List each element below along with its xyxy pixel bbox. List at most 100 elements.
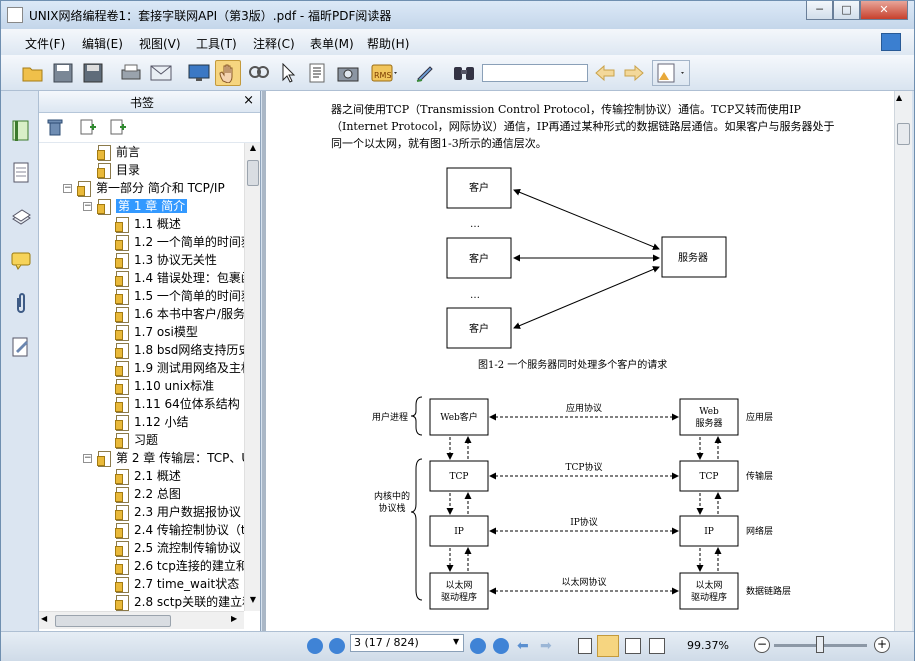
hand-tool-icon[interactable]	[215, 60, 241, 86]
add-bookmark-icon[interactable]	[79, 118, 97, 139]
open-folder-icon[interactable]	[20, 60, 46, 86]
first-page-icon[interactable]	[307, 638, 323, 654]
bookmark-item[interactable]: 2.7 time_wait状态	[115, 575, 239, 593]
bookmark-item[interactable]: 习题	[115, 431, 158, 449]
delete-bookmark-icon[interactable]	[47, 118, 63, 139]
bookmarks-panel-icon[interactable]	[10, 119, 32, 143]
scroll-left-icon[interactable]: ◀	[41, 614, 47, 623]
doc-scroll-thumb[interactable]	[897, 123, 910, 145]
bookmark-label: 1.1 概述	[134, 217, 181, 231]
menu-help[interactable]: 帮助(H)	[367, 35, 409, 52]
bookmark-item[interactable]: 第 2 章 传输层：TCP、UD	[97, 449, 244, 467]
scroll-up-icon[interactable]: ▲	[246, 143, 260, 159]
zoom-slider-thumb[interactable]	[816, 636, 824, 653]
prev-result-icon[interactable]	[592, 60, 618, 86]
bookmark-item[interactable]: 1.12 小结	[115, 413, 189, 431]
bookmark-item[interactable]: 1.10 unix标准	[115, 377, 214, 395]
hscroll-thumb[interactable]	[55, 615, 171, 627]
prev-page-icon[interactable]	[329, 638, 345, 654]
save-as-icon[interactable]	[80, 60, 106, 86]
save-icon[interactable]	[50, 60, 76, 86]
bookmark-item[interactable]: 2.3 用户数据报协议（u	[115, 503, 244, 521]
bookmark-item[interactable]: 1.2 一个简单的时间获取	[115, 233, 244, 251]
fullscreen-icon[interactable]	[186, 60, 212, 86]
forward-icon[interactable]: ➡	[540, 638, 552, 654]
expand-toggle[interactable]: −	[63, 184, 72, 193]
page-dropdown-icon[interactable]: ▼	[453, 637, 459, 646]
page-number-box[interactable]: 3 (17 / 824)	[350, 634, 464, 652]
document-scrollbar[interactable]: ▲	[894, 91, 912, 631]
menu-comment[interactable]: 注释(C)	[253, 35, 295, 52]
bookmark-item[interactable]: 前言	[97, 143, 140, 161]
next-result-icon[interactable]	[621, 60, 647, 86]
signatures-panel-icon[interactable]	[10, 335, 32, 359]
zoom-icon[interactable]	[245, 60, 271, 86]
close-button[interactable]: ✕	[860, 1, 908, 20]
comment-icon[interactable]	[652, 60, 690, 86]
facing-page-icon[interactable]	[625, 638, 641, 654]
bookmark-label: 目录	[116, 163, 141, 177]
menu-file[interactable]: 文件(F)	[25, 35, 65, 52]
doc-scroll-up-icon[interactable]: ▲	[896, 93, 902, 102]
scroll-down-icon[interactable]: ▼	[246, 595, 260, 611]
last-page-icon[interactable]	[493, 638, 509, 654]
bookmark-item[interactable]: 1.9 测试用网络及主机	[115, 359, 244, 377]
search-input[interactable]	[482, 64, 588, 82]
scroll-right-icon[interactable]: ▶	[231, 614, 237, 623]
single-page-icon[interactable]	[578, 638, 592, 654]
continuous-page-icon[interactable]	[597, 635, 619, 657]
rms-icon[interactable]: RMS	[367, 60, 401, 86]
comments-panel-icon[interactable]	[10, 249, 32, 273]
maximize-button[interactable]: □	[833, 1, 860, 20]
bookmark-item[interactable]: 目录	[97, 161, 140, 179]
menu-view[interactable]: 视图(V)	[139, 35, 181, 52]
next-page-icon[interactable]	[470, 638, 486, 654]
snapshot-icon[interactable]	[335, 60, 361, 86]
close-panel-button[interactable]: ×	[243, 93, 254, 108]
bookmark-item[interactable]: 2.4 传输控制协议（tcp	[115, 521, 244, 539]
zoom-in-button[interactable]: +	[874, 637, 890, 653]
bookmark-page-icon	[77, 181, 91, 197]
expand-toggle[interactable]: −	[83, 454, 92, 463]
bookmark-item[interactable]: 1.1 概述	[115, 215, 181, 233]
menu-tools[interactable]: 工具(T)	[196, 35, 237, 52]
bookmark-item[interactable]: 1.3 协议无关性	[115, 251, 217, 269]
bookmark-item[interactable]: 2.5 流控制传输协议（s	[115, 539, 244, 557]
bookmarks-scrollbar[interactable]: ▲ ▼	[244, 143, 260, 611]
find-icon[interactable]	[451, 60, 477, 86]
expand-toggle[interactable]: −	[83, 202, 92, 211]
bookmark-item[interactable]: 1.6 本书中客户/服务器示	[115, 305, 244, 323]
bookmark-item[interactable]: 2.8 sctp关联的建立和终	[115, 593, 244, 611]
add-child-bookmark-icon[interactable]	[109, 118, 127, 139]
menu-edit[interactable]: 编辑(E)	[82, 35, 123, 52]
fig13-layer-label: 数据链路层	[746, 585, 791, 597]
menu-form[interactable]: 表单(M)	[310, 35, 354, 52]
bookmark-item[interactable]: 1.8 bsd网络支持历史	[115, 341, 244, 359]
bookmark-item[interactable]: 第 1 章 简介	[97, 197, 188, 215]
bookmark-item[interactable]: 1.11 64位体系结构	[115, 395, 240, 413]
bookmark-item[interactable]: 2.6 tcp连接的建立和终	[115, 557, 244, 575]
fig13-left-label: 以太网	[445, 579, 472, 591]
bookmarks-hscrollbar[interactable]: ◀ ▶	[39, 611, 244, 629]
restore-panel-icon[interactable]	[881, 33, 901, 51]
select-arrow-icon[interactable]	[275, 60, 301, 86]
bookmark-item[interactable]: 1.7 osi模型	[115, 323, 198, 341]
bookmark-page-icon	[97, 163, 111, 179]
bookmark-item[interactable]: 2.1 概述	[115, 467, 181, 485]
zoom-out-button[interactable]: −	[754, 637, 770, 653]
bookmark-item[interactable]: 1.4 错误处理：包裹函数	[115, 269, 244, 287]
email-icon[interactable]	[148, 60, 174, 86]
bookmark-item[interactable]: 第一部分 简介和 TCP/IP	[77, 179, 225, 197]
pages-panel-icon[interactable]	[10, 161, 32, 185]
bookmark-item[interactable]: 2.2 总图	[115, 485, 181, 503]
scroll-thumb[interactable]	[247, 160, 259, 186]
print-icon[interactable]	[118, 60, 144, 86]
text-select-icon[interactable]	[305, 60, 331, 86]
back-icon[interactable]: ⬅	[517, 638, 529, 654]
layers-panel-icon[interactable]	[10, 206, 32, 230]
sign-icon[interactable]	[412, 60, 438, 86]
attachments-panel-icon[interactable]	[10, 291, 32, 315]
continuous-facing-icon[interactable]	[649, 638, 665, 654]
bookmark-item[interactable]: 1.5 一个简单的时间获取	[115, 287, 244, 305]
minimize-button[interactable]: ─	[806, 1, 833, 20]
